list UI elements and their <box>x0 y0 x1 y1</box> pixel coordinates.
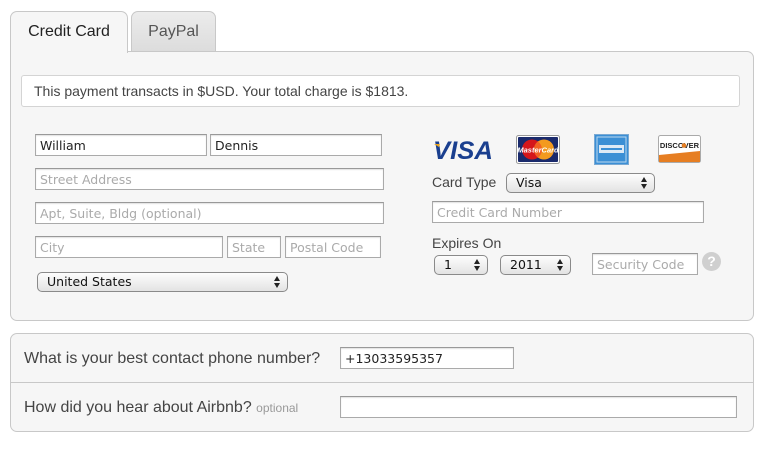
postal-code-input[interactable] <box>285 236 381 258</box>
country-value: United States <box>47 274 132 289</box>
card-type-select[interactable]: Visa <box>506 173 655 193</box>
select-arrows-icon <box>474 258 481 272</box>
credit-card-number-input[interactable] <box>432 201 704 223</box>
last-name-input[interactable] <box>210 134 382 156</box>
phone-question-label: What is your best contact phone number? <box>24 350 321 367</box>
apt-suite-input[interactable] <box>35 202 384 224</box>
referral-source-input[interactable] <box>340 396 737 418</box>
svg-text:DISCOVER: DISCOVER <box>660 141 700 150</box>
expiry-month-value: 1 <box>444 257 452 272</box>
card-type-value: Visa <box>516 175 542 190</box>
svg-text:MasterCard: MasterCard <box>517 146 559 155</box>
select-arrows-icon <box>641 176 648 190</box>
expires-on-label: Expires On <box>432 235 502 251</box>
first-name-input[interactable] <box>35 134 207 156</box>
help-icon[interactable]: ? <box>702 252 721 271</box>
expiry-year-select[interactable]: 2011 <box>500 255 571 275</box>
country-select[interactable]: United States <box>37 272 288 292</box>
tab-paypal[interactable]: PayPal <box>131 11 216 52</box>
street-address-input[interactable] <box>35 168 384 190</box>
tab-credit-card[interactable]: Credit Card <box>10 11 128 53</box>
visa-logo: VISA <box>433 137 493 163</box>
discover-logo: DISCOVER <box>658 135 701 163</box>
city-input[interactable] <box>35 236 223 258</box>
amex-logo <box>594 134 629 165</box>
card-type-label: Card Type <box>432 174 497 190</box>
referral-question-label: How did you hear about Airbnb? optional <box>24 399 298 417</box>
select-arrows-icon <box>557 258 564 272</box>
payment-notice: This payment transacts in $USD. Your tot… <box>21 75 740 107</box>
expiry-month-select[interactable]: 1 <box>434 255 488 275</box>
phone-number-input[interactable] <box>340 347 514 369</box>
mastercard-logo: MasterCard <box>516 135 560 164</box>
security-code-input[interactable] <box>592 253 698 275</box>
expiry-year-value: 2011 <box>510 257 542 272</box>
referral-question-text: How did you hear about Airbnb? <box>24 399 252 416</box>
svg-text:VISA: VISA <box>433 137 493 163</box>
optional-hint: optional <box>256 401 299 415</box>
state-input[interactable] <box>227 236 281 258</box>
select-arrows-icon <box>274 275 281 289</box>
